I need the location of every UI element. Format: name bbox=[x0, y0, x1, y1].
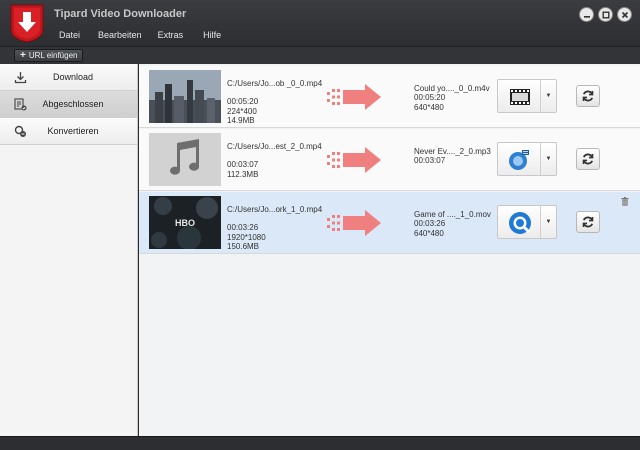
convert-arrow-icon bbox=[327, 84, 381, 110]
output-resolution: 640*480 bbox=[414, 228, 444, 238]
status-bar bbox=[0, 436, 640, 450]
menu-item-hilfe[interactable]: Hilfe bbox=[197, 30, 227, 40]
output-info: Could yo...._0_0.m4v 00:05:20 640*480 bbox=[414, 84, 490, 112]
maximize-icon bbox=[602, 11, 609, 18]
source-size: 112.3MB bbox=[227, 169, 259, 179]
film-format-icon bbox=[510, 89, 530, 105]
source-duration: 00:03:07 bbox=[227, 160, 259, 170]
refresh-icon bbox=[582, 216, 594, 228]
source-path: C:/Users/Jo...ork_1_0.mp4 bbox=[227, 205, 323, 214]
source-resolution: 224*400 bbox=[227, 106, 257, 116]
plus-icon: + bbox=[20, 50, 26, 61]
output-info: Never Ev...._2_0.mp3 00:03:07 bbox=[414, 147, 491, 166]
video-thumbnail bbox=[149, 70, 221, 123]
toolbar: + URL einfügen bbox=[0, 46, 640, 64]
sidebar-item-label: Abgeschlossen bbox=[42, 99, 104, 109]
output-name: Game of ...._1_0.mov bbox=[414, 210, 491, 219]
source-info: C:/Users/Jo...ork_1_0.mp4 00:03:26 1920*… bbox=[227, 205, 322, 251]
menu-item-extras[interactable]: Extras bbox=[152, 30, 190, 40]
output-format-selector[interactable]: ▼ bbox=[497, 205, 557, 239]
refresh-icon bbox=[582, 90, 594, 102]
output-format-selector[interactable]: ▼ bbox=[497, 79, 557, 113]
source-size: 14.9MB bbox=[227, 115, 255, 125]
source-info: C:/Users/Jo...est_2_0.mp4 00:03:07 112.3… bbox=[227, 142, 322, 179]
minimize-icon bbox=[583, 15, 590, 18]
convert-arrow-icon bbox=[327, 147, 381, 173]
close-button[interactable] bbox=[617, 7, 632, 22]
list-item[interactable]: C:/Users/Jo...est_2_0.mp4 00:03:07 112.3… bbox=[139, 129, 640, 191]
app-logo-icon bbox=[10, 4, 44, 43]
output-name: Never Ev...._2_0.mp3 bbox=[414, 147, 491, 156]
app-title: Tipard Video Downloader bbox=[54, 8, 187, 20]
menu-bar: Datei Bearbeiten Extras Hilfe bbox=[50, 30, 227, 40]
sidebar-item-download[interactable]: Download bbox=[0, 64, 137, 91]
sidebar-item-abgeschlossen[interactable]: Abgeschlossen bbox=[0, 91, 137, 118]
source-path: C:/Users/Jo...ob _0_0.mp4 bbox=[227, 79, 323, 88]
mp3-format-icon bbox=[509, 150, 529, 170]
source-size: 150.6MB bbox=[227, 241, 260, 251]
output-duration: 00:03:26 bbox=[414, 219, 446, 229]
sidebar-item-label: Konvertieren bbox=[47, 126, 99, 136]
convert-arrow-icon bbox=[327, 210, 381, 236]
list-item[interactable]: C:/Users/Jo...ob _0_0.mp4 00:05:20 224*4… bbox=[139, 66, 640, 128]
output-resolution: 640*480 bbox=[414, 102, 444, 112]
video-thumbnail: HBO bbox=[149, 196, 221, 249]
reconvert-button[interactable] bbox=[576, 211, 600, 233]
chevron-down-icon[interactable]: ▼ bbox=[540, 206, 556, 238]
reconvert-button[interactable] bbox=[576, 148, 600, 170]
trash-icon[interactable] bbox=[621, 197, 629, 206]
sidebar-item-konvertieren[interactable]: Konvertieren bbox=[0, 118, 137, 145]
source-info: C:/Users/Jo...ob _0_0.mp4 00:05:20 224*4… bbox=[227, 79, 322, 125]
output-duration: 00:05:20 bbox=[414, 93, 446, 103]
output-info: Game of ...._1_0.mov 00:03:26 640*480 bbox=[414, 210, 491, 238]
source-path: C:/Users/Jo...est_2_0.mp4 bbox=[227, 142, 322, 151]
minimize-button[interactable] bbox=[579, 7, 594, 22]
output-duration: 00:03:07 bbox=[414, 156, 446, 166]
menu-item-bearbeiten[interactable]: Bearbeiten bbox=[92, 30, 148, 40]
menu-item-datei[interactable]: Datei bbox=[53, 30, 86, 40]
source-duration: 00:05:20 bbox=[227, 97, 259, 107]
quicktime-format-icon bbox=[509, 212, 531, 234]
download-list: C:/Users/Jo...ob _0_0.mp4 00:05:20 224*4… bbox=[139, 64, 640, 436]
title-bar: Tipard Video Downloader Datei Bearbeiten… bbox=[0, 0, 640, 46]
chevron-down-icon[interactable]: ▼ bbox=[540, 80, 556, 112]
refresh-icon bbox=[582, 153, 594, 165]
source-duration: 00:03:26 bbox=[227, 223, 259, 233]
output-format-selector[interactable]: ▼ bbox=[497, 142, 557, 176]
sidebar-item-label: Download bbox=[52, 72, 94, 82]
audio-thumbnail bbox=[149, 133, 221, 186]
output-name: Could yo...._0_0.m4v bbox=[414, 84, 490, 93]
reconvert-button[interactable] bbox=[576, 85, 600, 107]
add-url-label: URL einfügen bbox=[28, 51, 78, 60]
add-url-button[interactable]: + URL einfügen bbox=[14, 49, 84, 62]
source-resolution: 1920*1080 bbox=[227, 232, 266, 242]
list-item[interactable]: HBO C:/Users/Jo...ork_1_0.mp4 00:03:26 1… bbox=[139, 192, 640, 254]
window-controls bbox=[579, 7, 632, 22]
sidebar: Download Abgeschlossen Konvertieren bbox=[0, 64, 138, 436]
chevron-down-icon[interactable]: ▼ bbox=[540, 143, 556, 175]
maximize-button[interactable] bbox=[598, 7, 613, 22]
thumbnail-overlay-text: HBO bbox=[175, 218, 195, 228]
close-icon bbox=[621, 11, 628, 18]
